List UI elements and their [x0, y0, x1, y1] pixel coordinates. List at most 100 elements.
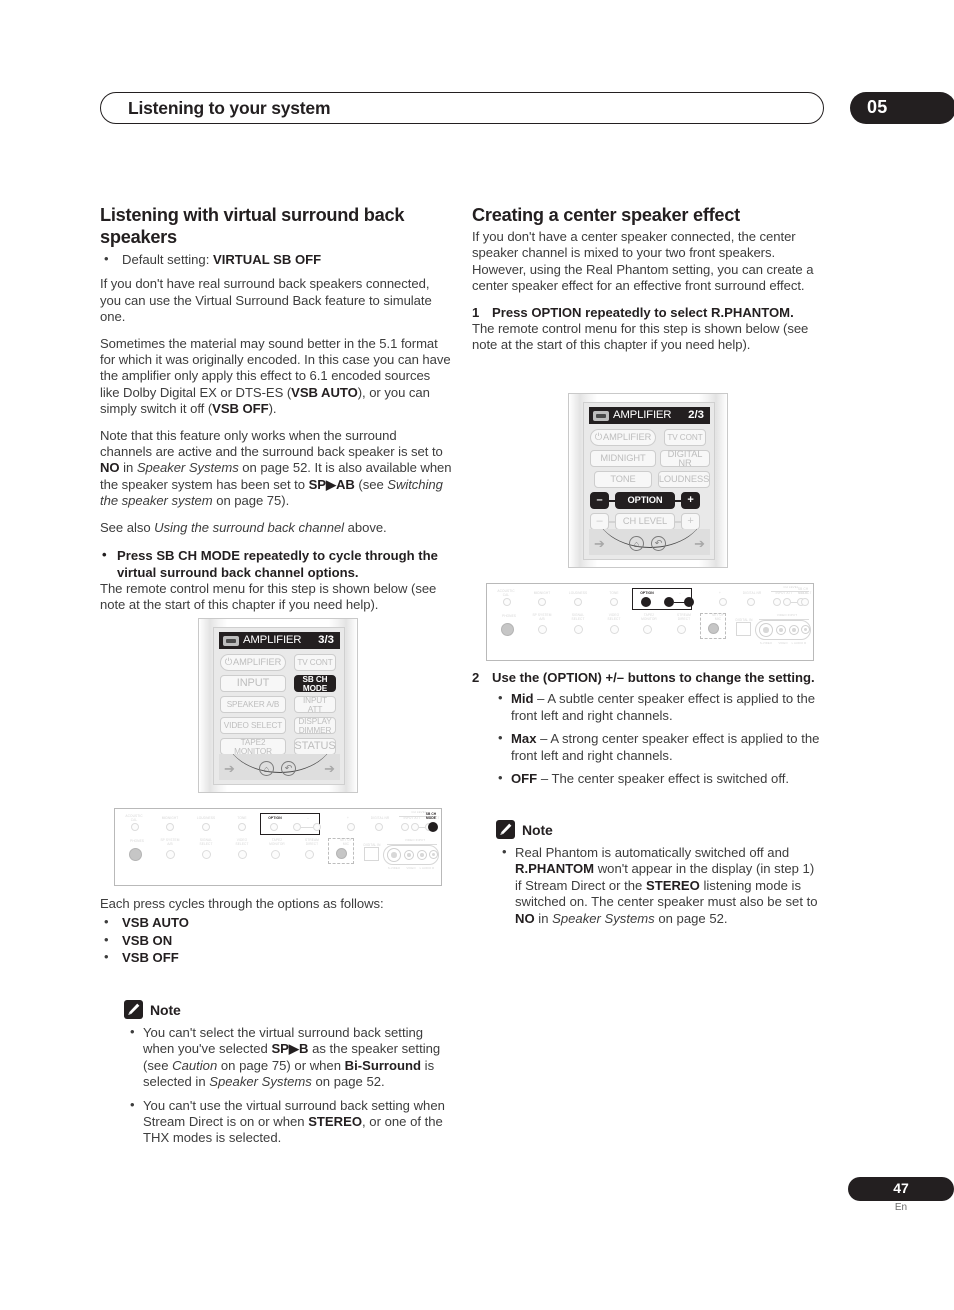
remote-button-input[interactable]: INPUT	[220, 675, 286, 692]
remote-device-icon	[593, 410, 609, 421]
remote-button-ch-level-minus[interactable]: –	[590, 513, 609, 530]
note-header-right: Note	[472, 820, 824, 839]
remote-button-tape2-monitor[interactable]: TAPE2 MONITOR	[220, 738, 286, 756]
remote-button-ch-level-plus[interactable]: +	[681, 513, 700, 530]
para3-g: (see	[354, 476, 388, 492]
remote-button-status[interactable]: STATUS	[294, 738, 336, 755]
back-icon[interactable]: ↶	[651, 536, 666, 551]
para3-no: NO	[100, 460, 120, 476]
default-setting-value: VIRTUAL SB OFF	[212, 252, 322, 267]
front-panel-figure-left: ACOUSTIC CAL MIDNIGHT LOUDNESS TONE OPTIO…	[114, 808, 442, 886]
list-item: Max – A strong center speaker effect is …	[494, 730, 824, 764]
page-title: Listening to your system	[128, 98, 331, 118]
list-item: OFF – The center speaker effect is switc…	[494, 770, 824, 787]
remote-button-speaker-ab[interactable]: SPEAKER A/B	[220, 696, 286, 713]
remote-lcd-page: 2/3	[688, 408, 704, 421]
chapter-tag: 05	[850, 92, 954, 124]
paragraph-note-feature: Note that this feature only works when t…	[100, 428, 452, 510]
remote-button-sb-ch-mode[interactable]: SB CH MODE	[294, 675, 336, 693]
setting-options-list: Mid – A subtle center speaker effect is …	[472, 690, 824, 787]
remote-lcd-bar: AMPLIFIER 3/3	[219, 632, 340, 649]
nav-right-arrow-icon[interactable]: ➔	[694, 537, 705, 550]
instruction-follow-text: The remote control menu for this step is…	[100, 580, 437, 613]
para3-i: on page 75).	[212, 493, 290, 509]
default-setting-list: Default setting: VIRTUAL SB OFF	[100, 251, 452, 268]
para3-speaker-systems: Speaker Systems	[136, 460, 239, 476]
note-list-left: You can't select the virtual surround ba…	[100, 1024, 452, 1147]
para3-a: Note that this feature only works when t…	[100, 427, 443, 460]
paragraph-intro: If you don't have real surround back spe…	[100, 276, 432, 325]
list-item: VSB OFF	[100, 949, 452, 966]
paragraph-formats: Sometimes the material may sound better …	[100, 336, 452, 418]
remote-nav-zone: ➔ ➔ ⌂ ↶	[219, 754, 340, 780]
remote-button-tv-cont[interactable]: TV CONT	[294, 654, 336, 671]
remote-button-option-minus[interactable]: –	[590, 492, 609, 509]
step-2: 2 Use the (OPTION) +/– buttons to change …	[472, 670, 824, 686]
para2-vsb-auto: VSB AUTO	[291, 384, 358, 400]
para3-c: in	[119, 460, 137, 476]
remote-button-loudness[interactable]: LOUDNESS	[658, 471, 710, 488]
cycle-options-list: VSB AUTO VSB ON VSB OFF	[100, 914, 452, 966]
remote-lcd-title: AMPLIFIER	[613, 408, 672, 421]
remote-body: AMPLIFIER 2/3 ⏻ AMPLIFIER TV CONT MIDNIGH…	[568, 393, 728, 568]
para4-a: See also	[100, 519, 155, 535]
remote-lcd-title: AMPLIFIER	[243, 633, 302, 646]
pencil-icon	[124, 1000, 143, 1019]
back-icon[interactable]: ↶	[281, 761, 296, 776]
step-2-text: Use the (OPTION) +/– buttons to change t…	[492, 670, 815, 685]
remote-button-ch-level[interactable]: CH LEVEL	[615, 513, 675, 530]
nav-curve	[595, 529, 705, 548]
remote-lcd-page: 3/3	[318, 633, 334, 646]
note-label: Note	[522, 821, 553, 838]
para3-sp-ab: SP▶AB	[308, 476, 355, 492]
list-item: Real Phantom is automatically switched o…	[498, 844, 824, 927]
step-1: 1 Press OPTION repeatedly to select R.PHA…	[472, 305, 824, 321]
note-header-left: Note	[100, 1000, 452, 1019]
remote-button-display-dimmer[interactable]: DISPLAY DIMMER	[294, 717, 336, 735]
remote-button-video-select[interactable]: VIDEO SELECT	[220, 717, 286, 734]
home-icon[interactable]: ⌂	[629, 536, 644, 551]
nav-left-arrow-icon[interactable]: ➔	[224, 762, 235, 775]
remote-button-tone[interactable]: TONE	[594, 471, 652, 488]
page-number: 47	[893, 1180, 909, 1196]
para2-e: ).	[268, 401, 277, 417]
para2-vsb-off: VSB OFF	[212, 401, 269, 417]
instruction-sb-ch-mode: Press SB CH MODE repeatedly to cycle thr…	[100, 547, 452, 581]
note-label: Note	[150, 1001, 181, 1018]
nav-left-arrow-icon[interactable]: ➔	[594, 537, 605, 550]
home-icon[interactable]: ⌂	[259, 761, 274, 776]
section-heading-center-effect: Creating a center speaker effect	[472, 205, 740, 225]
list-item: VSB AUTO	[100, 914, 452, 931]
list-item: You can't use the virtual surround back …	[126, 1097, 452, 1147]
remote-device-icon	[223, 635, 239, 646]
step-2-number: 2	[472, 670, 480, 685]
remote-button-tv-cont[interactable]: TV CONT	[664, 429, 706, 446]
remote-button-midnight[interactable]: MIDNIGHT	[590, 450, 656, 467]
remote-button-option-plus[interactable]: +	[681, 492, 700, 509]
remote-nav-zone: ➔ ➔ ⌂ ↶	[589, 529, 710, 555]
list-item: Mid – A subtle center speaker effect is …	[494, 690, 824, 724]
note-list-right: Real Phantom is automatically switched o…	[472, 844, 824, 927]
remote-menu-figure-3of3: AMPLIFIER 3/3 ⏻ AMPLIFIER TV CONT INPUT S…	[198, 618, 358, 793]
step-1-number: 1	[472, 304, 480, 320]
remote-button-digital-nr[interactable]: DIGITAL NR	[660, 449, 710, 467]
section-heading-virtual-sb: Listening with virtual surround back spe…	[100, 205, 405, 247]
paragraph-see-also: See also Using the surround back channel…	[100, 520, 452, 536]
page-number-badge: 47	[848, 1177, 954, 1201]
front-panel-figure-right: ACOUSTIC CAL MIDNIGHT LOUDNESS TONE OPTIO…	[486, 583, 814, 661]
remote-button-amplifier[interactable]: ⏻ AMPLIFIER	[590, 429, 656, 446]
remote-lcd-bar: AMPLIFIER 2/3	[589, 407, 710, 424]
remote-button-amplifier[interactable]: ⏻ AMPLIFIER	[220, 654, 286, 671]
cycle-intro-text: Each press cycles through the options as…	[100, 896, 384, 911]
default-setting-label: Default setting:	[122, 252, 213, 267]
list-item: Default setting: VIRTUAL SB OFF	[100, 251, 452, 268]
para4-using-sb-channel: Using the surround back channel	[154, 519, 345, 535]
remote-button-option[interactable]: OPTION	[615, 492, 675, 509]
list-item: VSB ON	[100, 932, 452, 949]
remote-screen-area: AMPLIFIER 3/3 ⏻ AMPLIFIER TV CONT INPUT S…	[213, 627, 345, 785]
nav-right-arrow-icon[interactable]: ➔	[324, 762, 335, 775]
remote-button-input-att[interactable]: INPUT ATT	[294, 696, 336, 714]
para4-c: above.	[344, 519, 387, 535]
remote-screen-area: AMPLIFIER 2/3 ⏻ AMPLIFIER TV CONT MIDNIGH…	[583, 402, 715, 560]
pencil-icon	[496, 820, 515, 839]
